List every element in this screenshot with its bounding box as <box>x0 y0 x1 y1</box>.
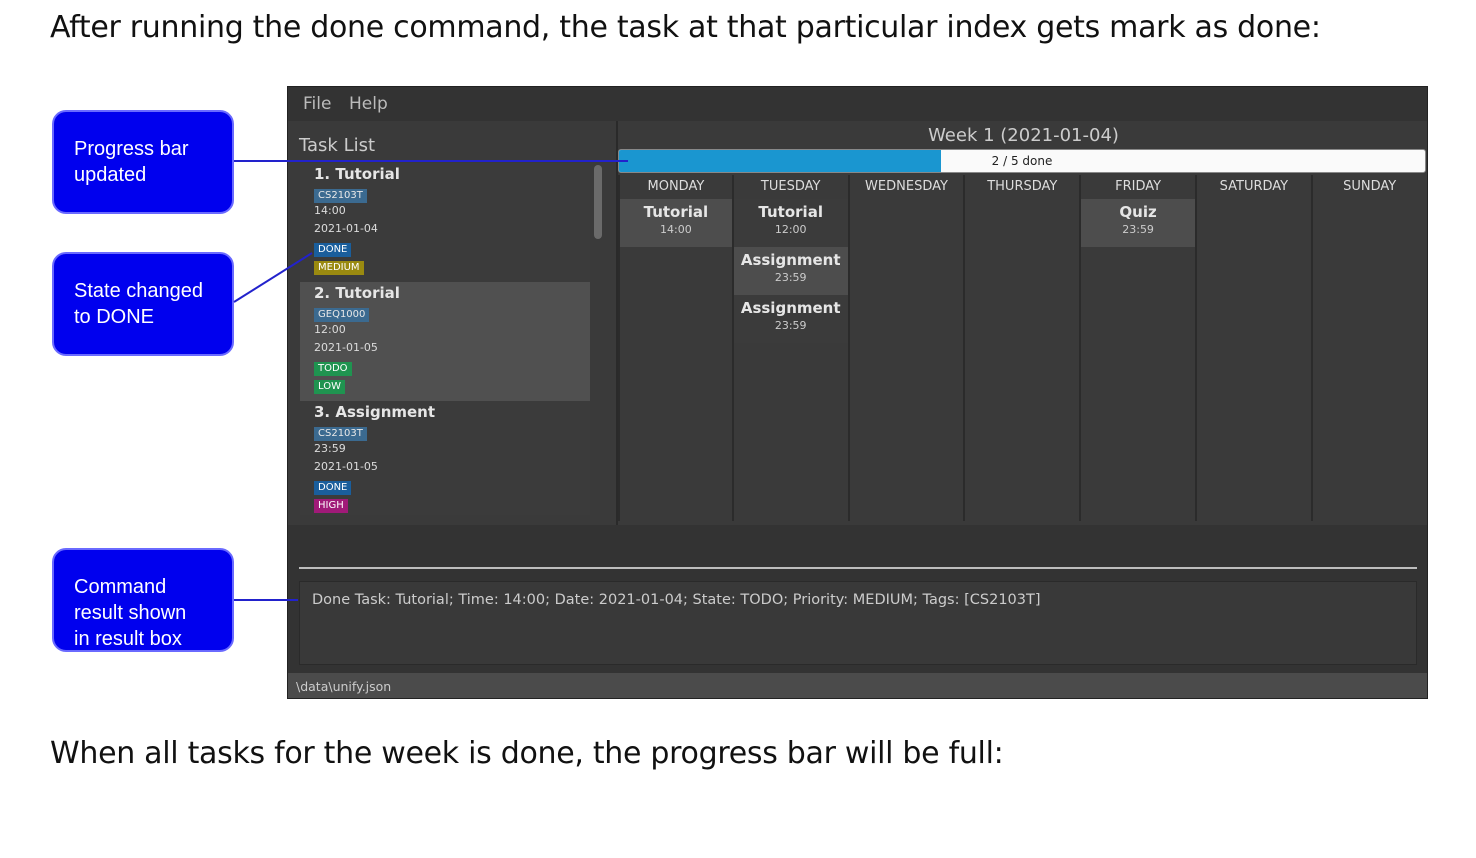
task-name: 2. Tutorial <box>314 284 400 302</box>
day-task[interactable]: Assignment 23:59 <box>733 247 848 295</box>
callout-line: in result box <box>74 628 182 650</box>
day-header: WEDNESDAY <box>865 179 948 194</box>
day-task-time: 23:59 <box>774 271 807 284</box>
menu-bar: File Help <box>288 87 1427 121</box>
day-column-monday: MONDAY Tutorial 14:00 <box>618 175 734 521</box>
menu-help[interactable]: Help <box>349 94 388 114</box>
day-column-tuesday: TUESDAY Tutorial 12:00 Assignment 23:59 … <box>733 175 850 521</box>
day-task[interactable]: Quiz 23:59 <box>1081 199 1195 247</box>
day-header: THURSDAY <box>987 179 1058 194</box>
task-date: 2021-01-04 <box>314 222 378 235</box>
day-header: SATURDAY <box>1219 179 1289 194</box>
task-list-title: Task List <box>299 135 376 156</box>
week-title: Week 1 (2021-01-04) <box>928 125 1119 146</box>
callout-line: Command <box>74 576 167 598</box>
task-priority-badge: HIGH <box>314 499 348 513</box>
command-area: Done Task: Tutorial; Time: 14:00; Date: … <box>288 525 1427 673</box>
day-task-name: Assignment <box>740 251 841 269</box>
task-tag: GEQ1000 <box>314 308 370 322</box>
callout-line: result shown <box>74 602 187 624</box>
callout-progress-bar: Progress bar updated <box>52 110 234 214</box>
task-time: 12:00 <box>314 323 346 336</box>
task-date: 2021-01-05 <box>314 341 378 354</box>
result-box: Done Task: Tutorial; Time: 14:00; Date: … <box>299 581 1417 665</box>
app-window: File Help Task List 1. Tutorial CS2103T … <box>287 86 1428 699</box>
day-column-wednesday: WEDNESDAY <box>850 175 966 521</box>
day-column-friday: FRIDAY Quiz 23:59 <box>1081 175 1197 521</box>
task-state-badge: TODO <box>314 362 352 376</box>
status-bar: \data\unify.json <box>288 673 1427 698</box>
task-time: 23:59 <box>314 442 346 455</box>
day-column-thursday: THURSDAY <box>965 175 1082 521</box>
status-file-path: \data\unify.json <box>296 679 392 694</box>
task-state-badge: DONE <box>314 481 352 495</box>
day-task-time: 14:00 <box>660 223 692 236</box>
task-card[interactable]: 3. Assignment CS2103T 23:59 2021-01-05 D… <box>300 401 590 515</box>
day-task-time: 23:59 <box>774 319 807 332</box>
day-task-name: Tutorial <box>643 203 709 221</box>
day-column-saturday: SATURDAY <box>1197 175 1313 521</box>
callout-line: State changed <box>74 280 203 302</box>
menu-file[interactable]: File <box>303 94 331 114</box>
callout-line: updated <box>74 164 147 186</box>
day-header: MONDAY <box>647 179 705 194</box>
day-column-sunday: SUNDAY <box>1313 175 1427 521</box>
day-task[interactable]: Tutorial 14:00 <box>620 199 732 247</box>
day-header: TUESDAY <box>760 179 821 194</box>
day-task-name: Assignment <box>740 299 841 317</box>
task-list[interactable]: 1. Tutorial CS2103T 14:00 2021-01-04 DON… <box>300 163 590 515</box>
week-panel: Week 1 (2021-01-04) 2 / 5 done MONDAY Tu… <box>618 121 1427 525</box>
task-name: 3. Assignment <box>314 403 436 421</box>
week-days: MONDAY Tutorial 14:00 TUESDAY Tutorial 1… <box>618 175 1427 521</box>
day-header: SUNDAY <box>1343 179 1397 194</box>
callout-line: Progress bar <box>74 138 189 160</box>
callout-state-changed: State changed to DONE <box>52 252 234 356</box>
caption-bottom: When all tasks for the week is done, the… <box>50 736 1004 771</box>
day-header: FRIDAY <box>1115 179 1162 194</box>
task-priority-badge: LOW <box>314 380 345 394</box>
task-card[interactable]: 1. Tutorial CS2103T 14:00 2021-01-04 DON… <box>300 163 590 282</box>
task-time: 14:00 <box>314 204 346 217</box>
task-name: 1. Tutorial <box>314 165 400 183</box>
caption-top: After running the done command, the task… <box>50 10 1321 45</box>
task-date: 2021-01-05 <box>314 460 378 473</box>
callout-command-result: Command result shown in result box <box>52 548 234 652</box>
day-task-name: Quiz <box>1119 203 1157 221</box>
progress-label: 2 / 5 done <box>991 154 1053 168</box>
task-card[interactable]: 2. Tutorial GEQ1000 12:00 2021-01-05 TOD… <box>300 282 590 401</box>
task-list-scrollbar[interactable] <box>594 165 602 239</box>
day-task[interactable]: Assignment 23:59 <box>733 295 848 343</box>
day-task-time: 12:00 <box>774 223 807 236</box>
progress-bar: 2 / 5 done <box>618 149 1426 173</box>
task-priority-badge: MEDIUM <box>314 261 364 275</box>
day-task[interactable]: Tutorial 12:00 <box>733 199 848 247</box>
task-state-badge: DONE <box>314 243 352 257</box>
callout-line: to DONE <box>74 306 155 328</box>
day-task-name: Tutorial <box>758 203 823 221</box>
task-tag: CS2103T <box>314 189 367 203</box>
task-list-panel: Task List 1. Tutorial CS2103T 14:00 2021… <box>288 121 618 525</box>
result-text: Done Task: Tutorial; Time: 14:00; Date: … <box>312 592 1041 608</box>
task-tag: CS2103T <box>314 427 367 441</box>
command-input[interactable] <box>299 567 1417 569</box>
day-task-time: 23:59 <box>1122 223 1154 236</box>
